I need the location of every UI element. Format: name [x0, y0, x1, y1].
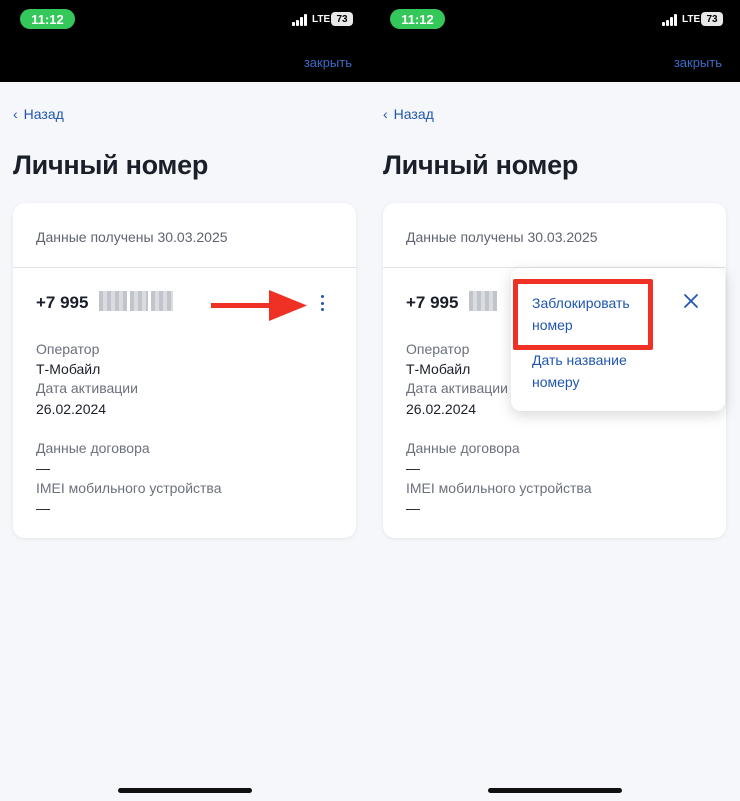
signal-icon: [292, 14, 307, 26]
received-date: Данные получены 30.03.2025: [406, 229, 598, 245]
status-bar: 11:12 LTE 73 закрыть: [0, 0, 370, 82]
blurred-number: [99, 291, 173, 311]
back-link[interactable]: ‹ Назад: [383, 106, 434, 122]
home-indicator: [488, 788, 622, 793]
status-bar: 11:12 LTE 73 закрыть: [370, 0, 740, 82]
chevron-left-icon: ‹: [383, 106, 388, 122]
divider: [13, 267, 356, 268]
activation-label: Дата активации: [36, 380, 138, 396]
page-title: Личный номер: [383, 150, 579, 180]
status-time: 11:12: [20, 9, 75, 29]
operator-label: Оператор: [406, 341, 470, 357]
operator-label: Оператор: [36, 341, 100, 357]
screens-container: 11:12 LTE 73 закрыть ‹ Назад Личный номе…: [0, 0, 740, 801]
imei-value: —: [406, 500, 420, 516]
imei-label: IMEI мобильного устройства: [406, 480, 592, 496]
received-date: Данные получены 30.03.2025: [36, 229, 228, 245]
contract-label: Данные договора: [36, 440, 150, 456]
network-label: LTE: [682, 14, 701, 25]
status-time: 11:12: [390, 9, 445, 29]
screen-left: 11:12 LTE 73 закрыть ‹ Назад Личный номе…: [0, 0, 370, 801]
back-link[interactable]: ‹ Назад: [13, 106, 64, 122]
page-title: Личный номер: [13, 150, 209, 180]
highlight-box: [513, 279, 653, 350]
contract-value: —: [406, 460, 420, 476]
operator-value: Т-Мобайл: [36, 361, 101, 377]
imei-label: IMEI мобильного устройства: [36, 480, 222, 496]
contract-value: —: [36, 460, 50, 476]
battery-icon: 73: [701, 12, 723, 26]
close-link[interactable]: закрыть: [304, 55, 352, 70]
signal-icon: [662, 14, 677, 26]
arrow-right-icon: [211, 290, 307, 321]
phone-number: +7 995: [36, 293, 89, 312]
back-label: Назад: [23, 106, 64, 122]
chevron-left-icon: ‹: [13, 106, 18, 122]
home-indicator: [118, 788, 252, 793]
contract-label: Данные договора: [406, 440, 520, 456]
number-card: Данные получены 30.03.2025 +7 995 Операт…: [13, 203, 356, 538]
activation-label: Дата активации: [406, 380, 508, 396]
activation-value: 26.02.2024: [406, 401, 477, 417]
activation-value: 26.02.2024: [36, 401, 107, 417]
back-label: Назад: [393, 106, 434, 122]
operator-value: Т-Мобайл: [406, 361, 471, 377]
battery-icon: 73: [331, 12, 353, 26]
menu-item-rename-number[interactable]: Дать название номеру: [532, 349, 652, 393]
imei-value: —: [36, 500, 50, 516]
phone-number: +7 995: [406, 293, 459, 312]
kebab-menu-icon[interactable]: [319, 295, 325, 311]
close-link[interactable]: закрыть: [674, 55, 722, 70]
network-label: LTE: [312, 14, 331, 25]
blurred-number: [469, 291, 497, 311]
close-icon[interactable]: [683, 293, 699, 309]
